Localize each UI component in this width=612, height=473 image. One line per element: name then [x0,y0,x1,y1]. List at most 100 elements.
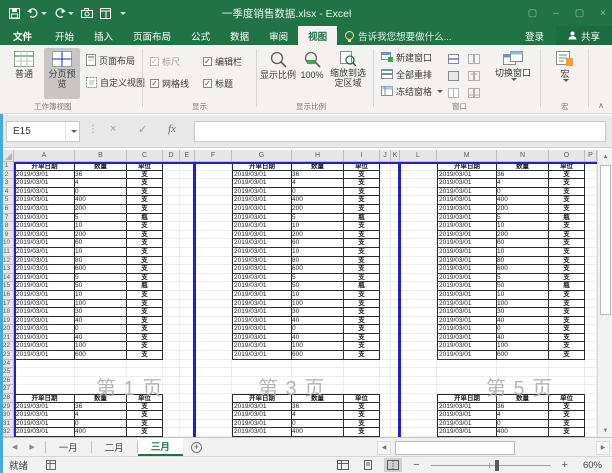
cell-D4[interactable] [163,187,180,197]
cell-D30[interactable] [163,411,180,420]
cell-H8[interactable]: 10 [292,222,344,231]
cell-M3[interactable]: 2019/03/01 [437,179,497,188]
cell-N31[interactable]: 0 [497,419,549,429]
cell-C5[interactable]: 支 [127,196,163,205]
cell-B10[interactable]: 60 [75,239,127,248]
cell-C22[interactable]: 支 [127,342,163,352]
cell-F5[interactable] [195,196,232,205]
cell-I5[interactable]: 支 [344,196,380,205]
cell-D22[interactable] [163,342,180,352]
cell-C10[interactable]: 支 [127,239,163,248]
cell-L17[interactable] [400,299,437,309]
column-header-C[interactable]: C [127,150,163,162]
cell-F7[interactable] [195,213,232,223]
cell-M30[interactable]: 2019/03/01 [437,411,497,420]
cell-B30[interactable]: 4 [75,411,127,420]
cell-D10[interactable] [163,239,180,248]
cell-A5[interactable]: 2019/03/01 [14,196,75,205]
cell-L20[interactable] [400,325,437,334]
cell-I19[interactable]: 支 [344,316,380,326]
cell-A3[interactable]: 2019/03/01 [14,179,75,188]
cell-F17[interactable] [195,299,232,309]
sheet-tab-january[interactable]: 一月 [46,438,91,456]
cell-N32[interactable]: 400 [497,428,549,437]
cell-B22[interactable]: 100 [75,342,127,352]
cell-N4[interactable]: 0 [497,187,549,197]
cell-L18[interactable] [400,308,437,317]
cell-L15[interactable] [400,282,437,291]
cell-O18[interactable]: 支 [549,308,585,317]
cancel-icon[interactable]: × [110,123,116,135]
cell-G3[interactable]: 2019/03/01 [232,179,292,188]
cell-N10[interactable]: 60 [497,239,549,248]
cell-C3[interactable]: 支 [127,179,163,188]
cell-D19[interactable] [163,316,180,326]
cell-O9[interactable]: 支 [549,230,585,240]
cell-G7[interactable]: 2019/03/01 [232,213,292,223]
cell-H6[interactable]: 200 [292,204,344,214]
cell-B16[interactable]: 10 [75,290,127,300]
cell-I20[interactable]: 支 [344,325,380,334]
cell-O21[interactable]: 支 [549,333,585,343]
maximize-icon[interactable]: ▢ [575,8,584,19]
cell-A17[interactable]: 2019/03/01 [14,299,75,309]
cell-J2[interactable] [380,170,391,180]
cell-J23[interactable] [380,351,391,360]
cell-A2[interactable]: 2019/03/01 [14,170,75,180]
cell-G18[interactable]: 2019/03/01 [232,308,292,317]
column-header-N[interactable]: N [497,150,549,162]
cell-L24[interactable] [400,359,437,369]
cell-P20[interactable] [585,325,597,334]
cell-I27[interactable] [344,385,380,395]
page-break-preview-button[interactable]: 分页预览 [44,48,80,99]
cell-P12[interactable] [585,256,597,266]
cell-I23[interactable]: 支 [344,351,380,360]
cell-I7[interactable]: 瓶 [344,213,380,223]
cell-B20[interactable]: 0 [75,325,127,334]
cell-H30[interactable]: 4 [292,411,344,420]
cell-P6[interactable] [585,204,597,214]
collapse-ribbon-icon[interactable]: ∧ [598,101,604,110]
cell-G29[interactable]: 2019/03/01 [232,402,292,412]
cell-C13[interactable]: 支 [127,265,163,274]
cell-N18[interactable]: 30 [497,308,549,317]
cell-A29[interactable]: 2019/03/01 [14,402,75,412]
column-header-P[interactable]: P [585,150,597,162]
cell-C23[interactable]: 支 [127,351,163,360]
cell-L13[interactable] [400,265,437,274]
cell-D7[interactable] [163,213,180,223]
cell-D16[interactable] [163,290,180,300]
cell-G32[interactable]: 2019/03/01 [232,428,292,437]
cell-F12[interactable] [195,256,232,266]
cell-L2[interactable] [400,170,437,180]
cell-O27[interactable] [549,385,585,395]
tab-home[interactable]: 开始 [45,26,84,45]
cell-C32[interactable]: 支 [127,428,163,437]
cell-M32[interactable]: 2019/03/01 [437,428,497,437]
cell-C24[interactable] [127,359,163,369]
freeze-panes-button[interactable]: 冻结窗格 [381,84,444,98]
cell-F20[interactable] [195,325,232,334]
cell-O5[interactable]: 支 [549,196,585,205]
zoom-out-icon[interactable]: − [413,459,419,471]
column-header-I[interactable]: I [344,150,380,162]
column-header-O[interactable]: O [549,150,585,162]
cell-J25[interactable] [380,368,391,377]
minimize-icon[interactable]: – [553,8,559,19]
cell-D8[interactable] [163,222,180,231]
cell-G22[interactable]: 2019/03/01 [232,342,292,352]
cell-B12[interactable]: 80 [75,256,127,266]
cell-C18[interactable]: 支 [127,308,163,317]
synchronous-scrolling-icon[interactable] [468,69,480,83]
cell-H23[interactable]: 600 [292,351,344,360]
cell-A6[interactable]: 2019/03/01 [14,204,75,214]
cell-I25[interactable] [344,368,380,377]
save-icon[interactable] [9,7,20,19]
cell-A23[interactable]: 2019/03/01 [14,351,75,360]
name-box-dropdown-icon[interactable] [65,122,79,141]
cell-C7[interactable]: 瓶 [127,213,163,223]
cell-N6[interactable]: 200 [497,204,549,214]
cell-M4[interactable]: 2019/03/01 [437,187,497,197]
zoom-100-button[interactable]: 100% [297,48,327,99]
cell-A21[interactable]: 2019/03/01 [14,333,75,343]
